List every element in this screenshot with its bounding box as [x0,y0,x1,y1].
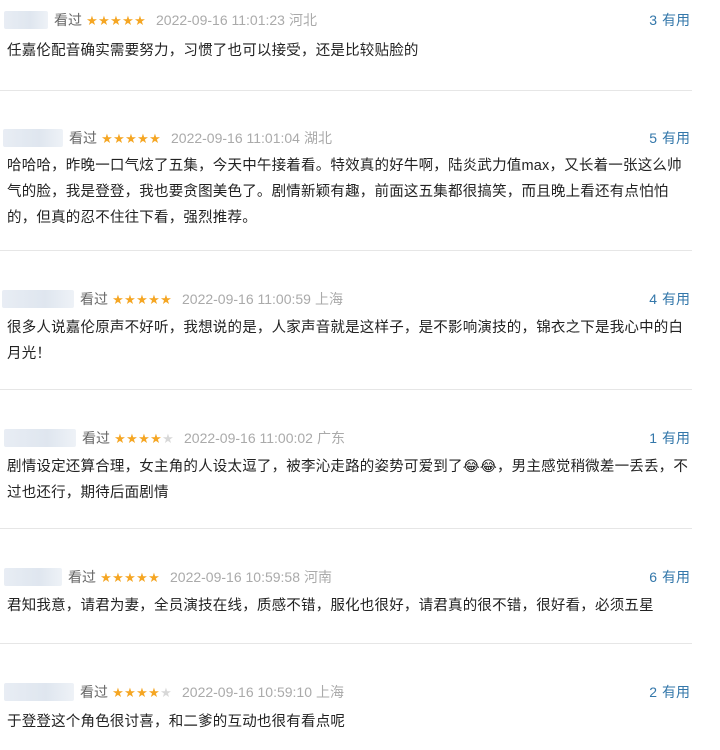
star-filled-icon: ★ [125,130,137,146]
star-filled-icon: ★ [150,430,162,446]
review-content: 于登登这个角色很讨喜，和二爹的互动也很有看点呢 [7,714,346,730]
star-filled-icon: ★ [126,430,138,446]
useful-count: 1 [649,430,657,446]
watched-label: 看过 [54,12,82,28]
useful-label: 有用 [662,430,690,446]
divider [0,250,692,251]
star-filled-icon: ★ [98,12,110,28]
rating-stars: ★ ★ ★ ★ ★ [114,432,174,445]
user-name-blurred[interactable] [4,429,76,447]
useful-button[interactable]: 3 有用 [649,9,690,31]
divider [0,528,692,529]
rating-stars: ★ ★ ★ ★ ★ [86,14,146,27]
useful-label: 有用 [662,12,690,28]
useful-count: 2 [649,684,657,700]
review-meta: 看过 ★ ★ ★ ★ ★ 2022-09-16 11:01:23 河北 [0,9,317,31]
star-filled-icon: ★ [149,130,161,146]
user-name-blurred[interactable] [4,683,74,701]
review-meta: 看过 ★ ★ ★ ★ ★ 2022-09-16 11:00:59 上海 [0,288,343,310]
divider [0,389,692,390]
review-location: 湖北 [303,130,332,146]
useful-button[interactable]: 6 有用 [649,566,690,588]
useful-label: 有用 [662,569,690,585]
review-time: 2022-09-16 10:59:10 [182,684,312,700]
review-time: 2022-09-16 11:00:02 [184,430,313,446]
review-content: 哈哈哈，昨晚一口气炫了五集，今天中午接着看。特效真的好牛啊，陆炎武力值max，又… [7,158,682,226]
rating-stars: ★ ★ ★ ★ ★ [112,686,172,699]
divider [0,643,692,644]
divider [0,90,692,91]
review-location: 上海 [316,684,344,700]
star-empty-icon: ★ [162,430,174,446]
useful-count: 3 [649,12,657,28]
star-filled-icon: ★ [124,684,136,700]
star-filled-icon: ★ [100,569,112,585]
review-location: 河北 [288,12,317,28]
star-filled-icon: ★ [148,684,160,700]
user-name-blurred[interactable] [3,129,63,147]
rating-stars: ★ ★ ★ ★ ★ [100,571,160,584]
star-filled-icon: ★ [86,12,98,28]
useful-count: 5 [649,130,657,146]
star-empty-icon: ★ [160,684,172,700]
star-filled-icon: ★ [138,430,150,446]
star-filled-icon: ★ [148,569,160,585]
watched-label: 看过 [80,291,108,307]
watched-label: 看过 [82,430,110,446]
review-location: 上海 [314,291,343,307]
review-meta: 看过 ★ ★ ★ ★ ★ 2022-09-16 11:00:02 广东 [0,427,345,449]
star-filled-icon: ★ [148,291,160,307]
review-content: 很多人说嘉伦原声不好听，我想说的是，人家声音就是这样子，是不影响演技的，锦衣之下… [7,320,684,362]
review-meta: 看过 ★ ★ ★ ★ ★ 2022-09-16 10:59:10 上海 [0,681,344,703]
review-location: 广东 [316,430,345,446]
rating-stars: ★ ★ ★ ★ ★ [112,293,172,306]
star-filled-icon: ★ [122,12,134,28]
watched-label: 看过 [69,130,97,146]
review-meta: 看过 ★ ★ ★ ★ ★ 2022-09-16 11:01:04 湖北 [0,127,332,149]
useful-button[interactable]: 1 有用 [649,427,690,449]
star-filled-icon: ★ [124,291,136,307]
star-filled-icon: ★ [112,569,124,585]
user-name-blurred[interactable] [4,568,62,586]
review-time: 2022-09-16 11:00:59 [182,291,311,307]
star-filled-icon: ★ [124,569,136,585]
star-filled-icon: ★ [136,684,148,700]
user-name-blurred[interactable] [4,11,48,29]
star-filled-icon: ★ [114,430,126,446]
star-filled-icon: ★ [160,291,172,307]
review-content: 君知我意，请君为妻，全员演技在线，质感不错，服化也很好，请君真的很不错，很好看，… [7,598,654,614]
star-filled-icon: ★ [134,12,146,28]
star-filled-icon: ★ [110,12,122,28]
useful-label: 有用 [662,291,690,307]
review-location: 河南 [304,569,332,585]
star-filled-icon: ★ [137,130,149,146]
rating-stars: ★ ★ ★ ★ ★ [101,132,161,145]
review-time: 2022-09-16 10:59:58 [170,569,300,585]
useful-count: 4 [649,291,657,307]
star-filled-icon: ★ [136,291,148,307]
review-time: 2022-09-16 11:01:23 [156,12,285,28]
watched-label: 看过 [80,684,108,700]
review-content: 任嘉伦配音确实需要努力，习惯了也可以接受，还是比较贴脸的 [7,43,419,59]
star-filled-icon: ★ [136,569,148,585]
useful-label: 有用 [662,130,690,146]
useful-label: 有用 [662,684,690,700]
useful-button[interactable]: 4 有用 [649,288,690,310]
useful-count: 6 [649,569,657,585]
review-time: 2022-09-16 11:01:04 [171,130,300,146]
star-filled-icon: ★ [101,130,113,146]
useful-button[interactable]: 2 有用 [649,681,690,703]
review-content: 剧情设定还算合理，女主角的人设太逗了，被李沁走路的姿势可爱到了😂😂，男主感觉稍微… [7,459,689,501]
useful-button[interactable]: 5 有用 [649,127,690,149]
user-name-blurred[interactable] [2,290,74,308]
star-filled-icon: ★ [112,684,124,700]
star-filled-icon: ★ [113,130,125,146]
review-meta: 看过 ★ ★ ★ ★ ★ 2022-09-16 10:59:58 河南 [0,566,332,588]
watched-label: 看过 [68,569,96,585]
star-filled-icon: ★ [112,291,124,307]
